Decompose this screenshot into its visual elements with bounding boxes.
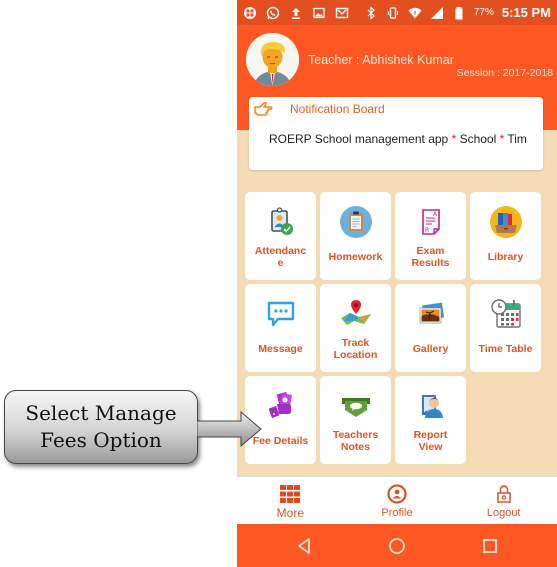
tile-exam-results[interactable]: A⁺ R Exam Results xyxy=(395,192,466,280)
tile-time-table[interactable]: Time Table xyxy=(470,284,541,372)
back-button[interactable] xyxy=(293,535,315,557)
tile-label: Teachers Notes xyxy=(332,428,379,454)
tile-teachers-notes[interactable]: Teachers Notes xyxy=(320,376,391,464)
tile-attendance[interactable]: Attendanc e xyxy=(245,192,316,280)
grid-icon xyxy=(280,485,301,503)
fee-money-icon xyxy=(268,392,292,418)
clock: 5:15 PM xyxy=(501,5,551,20)
library-icon xyxy=(489,206,522,238)
tile-label: Attendanc e xyxy=(254,244,307,270)
feature-grid: Attendanc e Homework A⁺ R Exam Results L… xyxy=(245,192,551,464)
tile-label: Library xyxy=(487,250,524,263)
tile-homework[interactable]: Homework xyxy=(320,192,391,280)
ticker-text: Tim xyxy=(504,132,527,146)
gallery-icon xyxy=(419,302,444,324)
ticker-text: ROERP School management app xyxy=(269,132,452,146)
status-bar: 77% 5:15 PM xyxy=(237,0,557,25)
home-icon xyxy=(389,537,405,554)
nav-logout[interactable]: Logout xyxy=(450,477,557,524)
nav-label: More xyxy=(276,506,304,520)
report-view-icon xyxy=(421,395,443,418)
instruction-callout: Select Manage Fees Option xyxy=(4,390,198,464)
teacher-name: Teacher : Abhishek Kumar xyxy=(308,53,454,67)
tile-label: Gallery xyxy=(412,342,449,355)
back-icon xyxy=(297,537,310,554)
gmail-icon xyxy=(335,7,349,18)
tile-label: Homework xyxy=(328,250,383,263)
tile-track-location[interactable]: Track Location xyxy=(320,284,391,372)
upload-icon xyxy=(292,7,300,19)
vibrate-icon xyxy=(387,6,398,19)
homework-icon xyxy=(339,206,372,238)
profile-icon xyxy=(387,484,407,504)
recents-icon xyxy=(483,538,498,553)
recents-button[interactable] xyxy=(479,535,501,557)
nav-more[interactable]: More xyxy=(237,477,344,524)
session-label: Session : 2017-2018 xyxy=(456,67,553,79)
whatsapp-icon xyxy=(266,6,280,19)
battery-percent: 77% xyxy=(473,7,494,18)
avatar[interactable] xyxy=(246,33,299,86)
image-icon xyxy=(313,7,325,18)
teacher-avatar-icon xyxy=(246,33,299,86)
tile-label: Message xyxy=(258,342,303,355)
tile-message[interactable]: Message xyxy=(245,284,316,372)
notification-title: Notification Board xyxy=(290,102,385,116)
svg-text:R: R xyxy=(425,227,429,234)
exam-results-icon: A⁺ R xyxy=(421,209,440,235)
notification-board[interactable]: Notification Board ROERP School manageme… xyxy=(249,97,543,170)
nav-label: Profile xyxy=(381,507,413,519)
tile-label: Track Location xyxy=(333,336,378,362)
nav-profile[interactable]: Profile xyxy=(344,477,451,524)
tile-report-view[interactable]: Report View xyxy=(395,376,466,464)
battery-icon xyxy=(455,6,463,19)
callout-text: Select Manage Fees Option xyxy=(25,401,177,452)
system-nav-bar xyxy=(237,524,557,567)
tile-library[interactable]: Library xyxy=(470,192,541,280)
tile-label: Report View xyxy=(413,428,448,454)
callout-arrow-icon xyxy=(197,411,262,447)
lock-icon xyxy=(496,485,511,503)
bluetooth-icon xyxy=(367,5,375,20)
nav-label: Logout xyxy=(486,507,521,519)
tile-label: Time Table xyxy=(478,342,533,355)
bottom-nav: More Profile Logout xyxy=(237,476,557,524)
ticker-text: School xyxy=(456,132,500,146)
message-icon xyxy=(267,301,294,327)
home-button[interactable] xyxy=(386,535,408,557)
pointing-hand-icon xyxy=(254,101,273,116)
tile-gallery[interactable]: Gallery xyxy=(395,284,466,372)
notes-icon xyxy=(341,398,370,417)
attendance-icon xyxy=(270,207,293,235)
tile-label: Exam Results xyxy=(411,244,450,270)
svg-text:A⁺: A⁺ xyxy=(433,211,440,218)
map-location-icon xyxy=(340,300,371,325)
wifi-icon xyxy=(408,7,422,18)
phone-screen: 77% 5:15 PM Teacher : Abhishek Kumar Ses… xyxy=(237,0,557,567)
calendar-clock-icon xyxy=(490,299,521,328)
notification-ticker: ROERP School management app * School * T… xyxy=(269,132,537,146)
cell-signal-icon xyxy=(430,6,443,19)
app-grid-icon xyxy=(244,6,256,19)
